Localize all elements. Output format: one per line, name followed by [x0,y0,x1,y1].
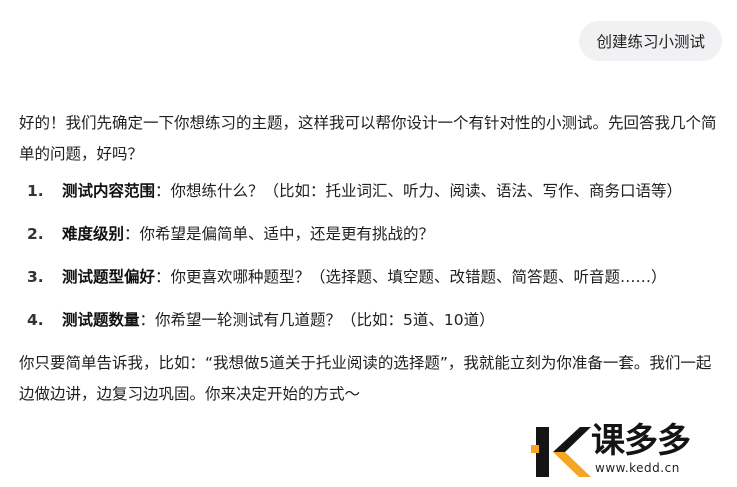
watermark-url: www.kedd.cn [595,461,680,475]
watermark: 课多多 www.kedd.cn [531,419,731,481]
list-number: 1. [27,182,44,200]
reply-intro: 好的！我们先确定一下你想练习的主题，这样我可以帮你设计一个有针对性的小测试。先回… [19,114,717,163]
question-list: 1. 测试内容范围：你想练什么？（比如：托业词汇、听力、阅读、语法、写作、商务口… [19,176,724,336]
list-item-title: 难度级别 [62,225,125,243]
list-item: 3. 测试题型偏好：你更喜欢哪种题型？（选择题、填空题、改错题、简答题、听音题…… [19,262,724,293]
assistant-reply: 好的！我们先确定一下你想练习的主题，这样我可以帮你设计一个有针对性的小测试。先回… [19,108,724,410]
list-number: 2. [27,225,44,243]
list-number: 3. [27,268,44,286]
list-item: 1. 测试内容范围：你想练什么？（比如：托业词汇、听力、阅读、语法、写作、商务口… [19,176,724,207]
user-message-bubble: 创建练习小测试 [579,21,722,61]
list-item: 4. 测试题数量：你希望一轮测试有几道题？（比如：5道、10道） [19,305,724,336]
list-item: 2. 难度级别：你希望是偏简单、适中，还是更有挑战的？ [19,219,724,250]
list-item-text: ：你想练什么？（比如：托业词汇、听力、阅读、语法、写作、商务口语等） [155,182,683,200]
watermark-name: 课多多 [591,421,691,461]
list-item-title: 测试题型偏好 [62,268,156,286]
list-item-text: ：你希望是偏简单、适中，还是更有挑战的？ [124,225,435,243]
list-item-title: 测试题数量 [62,311,140,329]
list-item-text: ：你希望一轮测试有几道题？（比如：5道、10道） [139,311,495,329]
list-item-text: ：你更喜欢哪种题型？（选择题、填空题、改错题、简答题、听音题……） [155,268,667,286]
reply-outro: 你只要简单告诉我，比如：“我想做5道关于托业阅读的选择题”，我就能立刻为你准备一… [19,354,712,403]
kedd-logo-icon [531,427,591,477]
list-item-title: 测试内容范围 [62,182,156,200]
user-message-text: 创建练习小测试 [596,33,705,51]
list-number: 4. [27,311,44,329]
